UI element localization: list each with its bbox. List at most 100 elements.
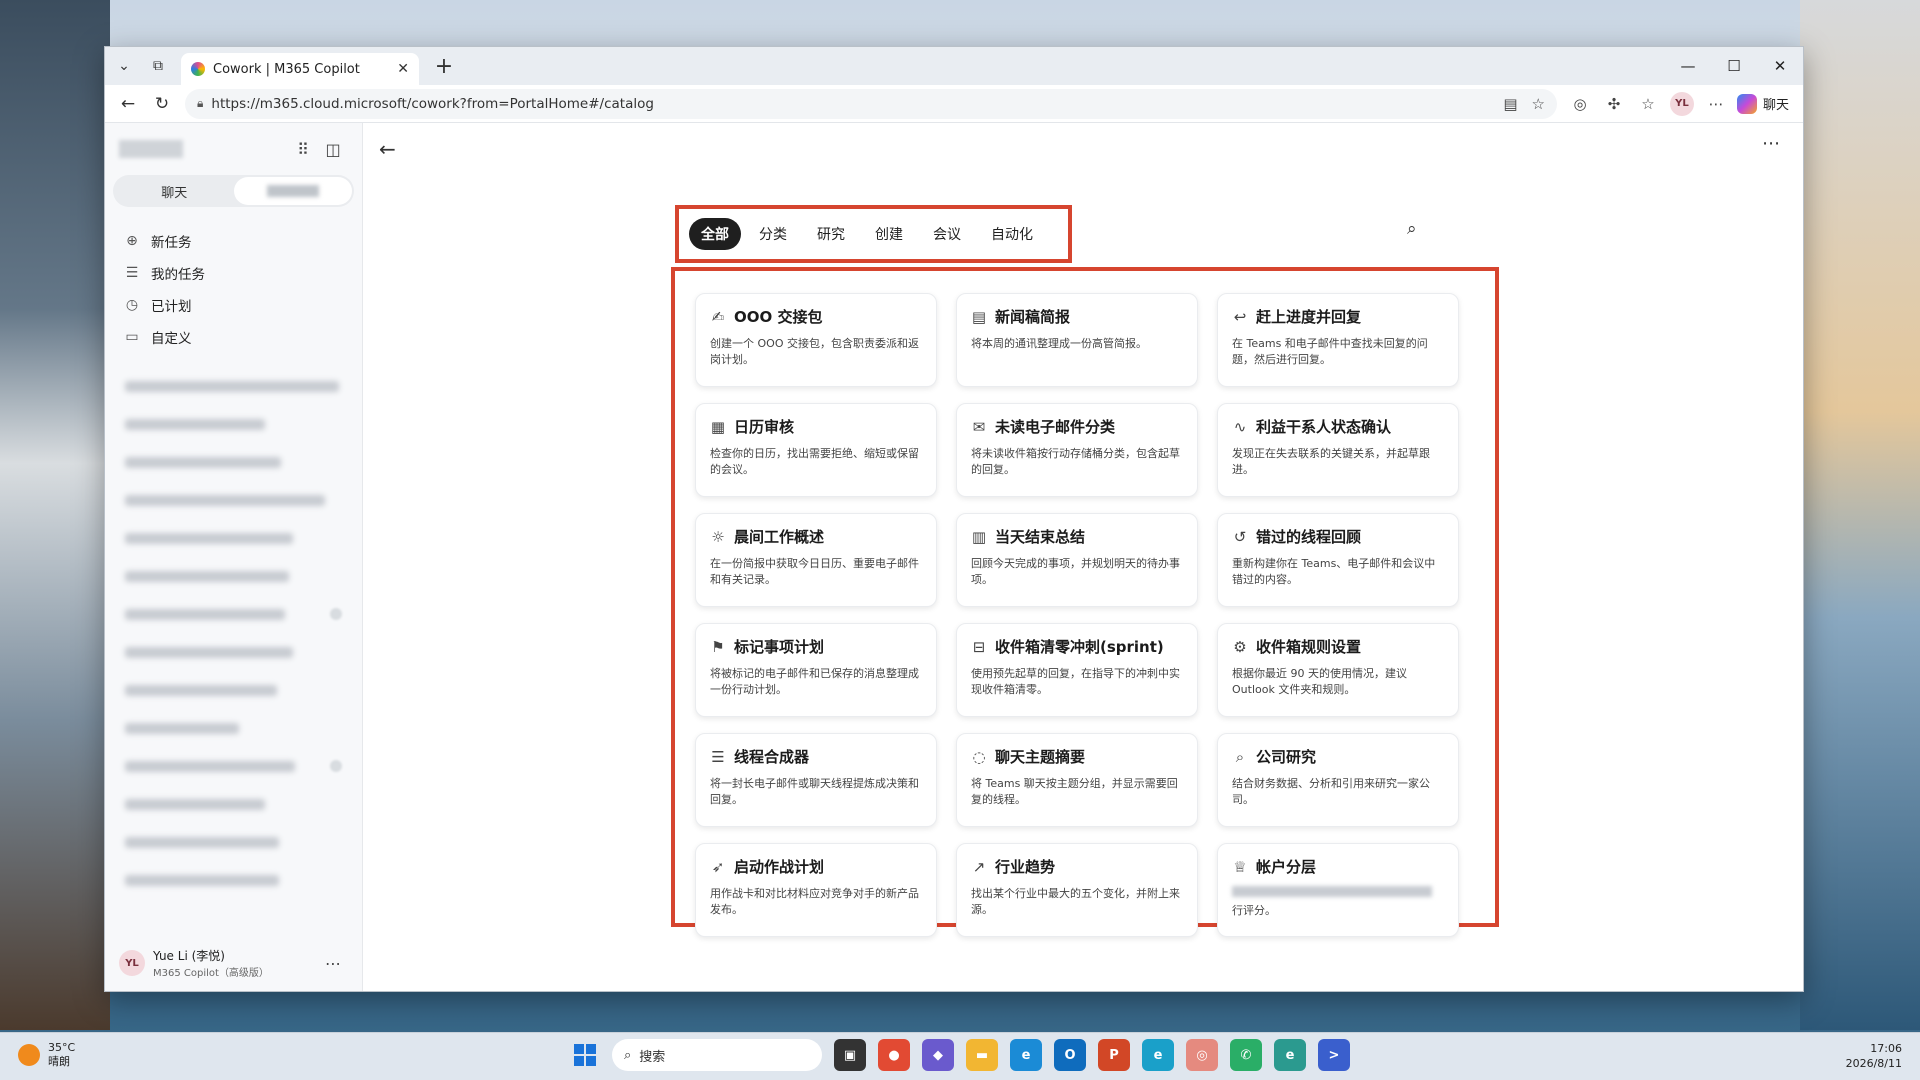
template-card[interactable]: ⊟ 收件箱清零冲刺(sprint) 使用预先起草的回复，在指导下的冲刺中实现收件箱清… <box>956 623 1198 717</box>
template-card[interactable]: ◌ 聊天主题摘要将 Teams 聊天按主题分组，并显示需要回复的线程。 <box>956 733 1198 827</box>
edge-beta-icon[interactable]: e <box>1274 1039 1306 1071</box>
more-options-icon[interactable]: ⋯ <box>318 948 348 978</box>
card-title: 启动作战计划 <box>734 858 825 876</box>
lock-icon[interactable]: 🔒︎ <box>197 96 203 111</box>
template-card[interactable]: ▦ 日历审核 检查你的日历，找出需要拒绝、缩短或保留的会议。 <box>695 403 937 497</box>
history-item[interactable] <box>105 823 362 861</box>
filter-chip-automation[interactable]: 自动化 <box>979 218 1045 250</box>
url-field[interactable]: 🔒︎ https://m365.cloud.microsoft/cowork?f… <box>185 88 1557 119</box>
collapse-sidebar-icon[interactable]: ◫ <box>318 134 348 164</box>
filter-chip-create[interactable]: 创建 <box>863 218 915 250</box>
history-item[interactable] <box>105 709 362 747</box>
filter-chip-meeting[interactable]: 会议 <box>921 218 973 250</box>
filter-chip-research[interactable]: 研究 <box>805 218 857 250</box>
powerpoint-icon[interactable]: P <box>1098 1039 1130 1071</box>
file-explorer-icon[interactable]: ▬ <box>966 1039 998 1071</box>
taskbar-search[interactable]: ⌕ 搜索 <box>612 1039 822 1071</box>
trend-icon: ↗ <box>972 857 986 876</box>
m365-icon[interactable]: ◆ <box>922 1039 954 1071</box>
history-item[interactable] <box>105 519 362 557</box>
mode-chat[interactable]: 聊天 <box>115 177 234 205</box>
history-item[interactable] <box>105 443 362 481</box>
tab-active[interactable]: Cowork | M365 Copilot ✕ <box>181 53 419 85</box>
copilot-favicon-icon <box>191 62 205 76</box>
user-profile[interactable]: YL Yue Li (李悦) M365 Copilot（高级版） ⋯ <box>105 935 362 991</box>
history-item[interactable] <box>105 671 362 709</box>
template-card[interactable]: ♕ 帐户分层 行评分。 <box>1217 843 1459 937</box>
sidebar-item-custom[interactable]: ▭ 自定义 <box>105 321 362 353</box>
sidebar-item-label: 已计划 <box>151 299 192 315</box>
template-card[interactable]: ☰ 线程合成器 将一封长电子邮件或聊天线程提炼成决策和回复。 <box>695 733 937 827</box>
task-view-icon[interactable]: ▣ <box>834 1039 866 1071</box>
history-item[interactable] <box>105 747 362 785</box>
sidebar-item-scheduled[interactable]: ◷ 已计划 <box>105 289 362 321</box>
history-item[interactable] <box>105 633 362 671</box>
template-card[interactable]: ↺ 错过的线程回顾 重新构建你在 Teams、电子邮件和会议中错过的内容。 <box>1217 513 1459 607</box>
template-card[interactable]: ➶ 启动作战计划 用作战卡和对比材料应对竞争对手的新产品发布。 <box>695 843 937 937</box>
card-title: OOO 交接包 <box>734 308 823 326</box>
mode-cowork[interactable] <box>233 177 352 205</box>
reader-mode-icon[interactable]: ▤ <box>1503 95 1517 113</box>
sidebar-item-label: 自定义 <box>151 331 192 347</box>
maximize-icon[interactable]: ☐ <box>1711 47 1757 85</box>
search-icon[interactable]: ⌕ <box>1407 219 1417 239</box>
favorite-star-icon[interactable]: ☆ <box>1532 95 1545 113</box>
history-item[interactable] <box>105 405 362 443</box>
template-card[interactable]: ✉ 未读电子邮件分类 将未读收件箱按行动存储桶分类，包含起草的回复。 <box>956 403 1198 497</box>
browser-menu-icon[interactable]: ⋯ <box>1699 89 1733 119</box>
template-card[interactable]: ↩ 赶上进度并回复在 Teams 和电子邮件中查找未回复的问题，然后进行回复。 <box>1217 293 1459 387</box>
sidebar-item-new-task[interactable]: ⊕ 新任务 <box>105 225 362 257</box>
extensions-puzzle-icon[interactable]: ✣ <box>1597 89 1631 119</box>
back-arrow-icon[interactable]: ← <box>379 137 396 161</box>
template-card[interactable]: ⚑ 标记事项计划 将被标记的电子邮件和已保存的消息整理成一份行动计划。 <box>695 623 937 717</box>
extension-circle-icon[interactable]: ◎ <box>1563 89 1597 119</box>
template-card[interactable]: ☼ 晨间工作概述 在一份简报中获取今日日历、重要电子邮件和有关记录。 <box>695 513 937 607</box>
filter-chip-all[interactable]: 全部 <box>689 218 741 250</box>
chrome-icon[interactable]: ● <box>878 1039 910 1071</box>
close-window-icon[interactable]: ✕ <box>1757 47 1803 85</box>
history-item[interactable] <box>105 367 362 405</box>
card-description: 将被标记的电子邮件和已保存的消息整理成一份行动计划。 <box>710 667 919 696</box>
weather-desc: 晴朗 <box>48 1055 70 1068</box>
start-windows-icon[interactable] <box>570 1040 600 1070</box>
card-title: 聊天主题摘要 <box>995 748 1086 766</box>
tab-list-chevron-icon[interactable]: ⌄ <box>109 51 139 81</box>
app-launcher-icon[interactable]: ⠿ <box>288 134 318 164</box>
system-clock[interactable]: 17:06 2026/8/11 <box>1846 1041 1902 1071</box>
close-tab-icon[interactable]: ✕ <box>397 61 409 77</box>
powershell-icon[interactable]: > <box>1318 1039 1350 1071</box>
more-options-icon[interactable]: ⋯ <box>1762 133 1781 154</box>
weather-widget[interactable]: 35°C 晴朗 <box>18 1041 75 1069</box>
copilot-app-icon[interactable]: ◎ <box>1186 1039 1218 1071</box>
template-card[interactable]: ▤ 新闻稿简报 将本周的通讯整理成一份高管简报。 <box>956 293 1198 387</box>
workspaces-icon[interactable]: ⧉ <box>143 51 173 81</box>
history-item[interactable] <box>105 481 362 519</box>
refresh-icon[interactable]: ↻ <box>145 89 179 119</box>
template-card[interactable]: ▥ 当天结束总结 回顾今天完成的事项，并规划明天的待办事项。 <box>956 513 1198 607</box>
back-icon[interactable]: ← <box>111 89 145 119</box>
copilot-chat-button[interactable]: 聊天 <box>1736 93 1789 114</box>
card-title: 新闻稿简报 <box>995 308 1071 326</box>
new-tab-button[interactable]: + <box>429 54 459 79</box>
briefcase-icon: ▭ <box>125 329 139 345</box>
template-card[interactable]: ⌕ 公司研究 结合财务数据、分析和引用来研究一家公司。 <box>1217 733 1459 827</box>
template-card[interactable]: ↗ 行业趋势 找出某个行业中最大的五个变化，并附上来源。 <box>956 843 1198 937</box>
profile-avatar[interactable]: YL <box>1665 89 1699 119</box>
favorites-icon[interactable]: ☆ <box>1631 89 1665 119</box>
history-item[interactable] <box>105 595 362 633</box>
wechat-icon[interactable]: ✆ <box>1230 1039 1262 1071</box>
history-item[interactable] <box>105 557 362 595</box>
history-item[interactable] <box>105 861 362 899</box>
template-card[interactable]: ⚙ 收件箱规则设置 根据你最近 90 天的使用情况，建议 Outlook 文件夹和规… <box>1217 623 1459 717</box>
edge-icon[interactable]: e <box>1010 1039 1042 1071</box>
sidebar-item-label: 新任务 <box>151 235 192 251</box>
minimize-icon[interactable]: — <box>1665 47 1711 85</box>
template-card[interactable]: ∿ 利益干系人状态确认 发现正在失去联系的关键关系，并起草跟进。 <box>1217 403 1459 497</box>
template-card[interactable]: ✍ OOO 交接包 创建一个 OOO 交接包，包含职责委派和返岗计划。 <box>695 293 937 387</box>
sun-icon <box>18 1044 40 1066</box>
sidebar-item-my-tasks[interactable]: ☰ 我的任务 <box>105 257 362 289</box>
edge-dev-icon[interactable]: e <box>1142 1039 1174 1071</box>
outlook-icon[interactable]: O <box>1054 1039 1086 1071</box>
history-item[interactable] <box>105 785 362 823</box>
filter-chip-classify[interactable]: 分类 <box>747 218 799 250</box>
